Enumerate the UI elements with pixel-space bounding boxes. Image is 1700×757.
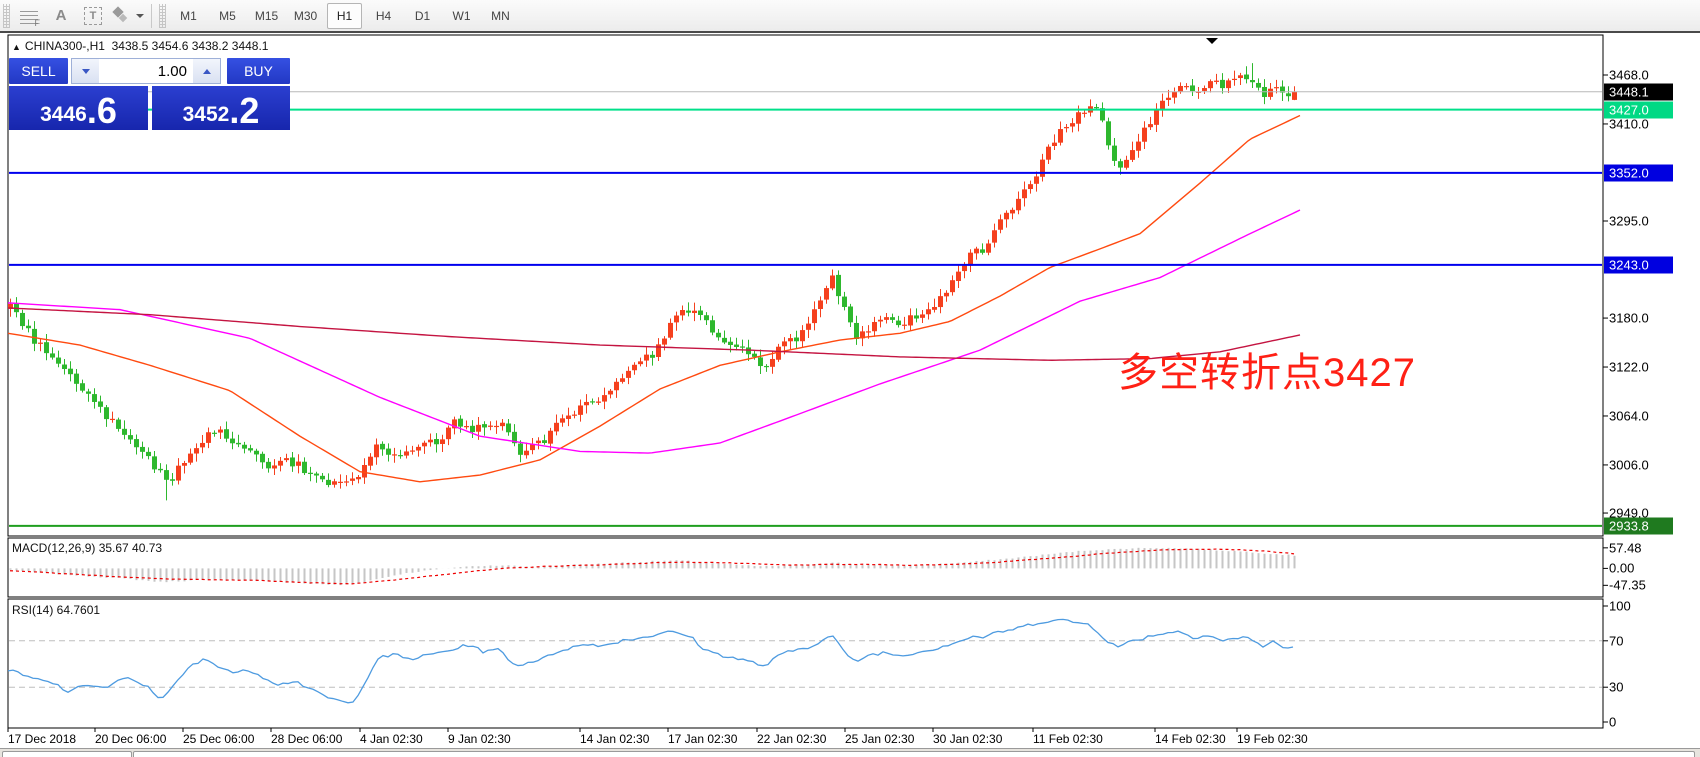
buy-price-pips: .2 bbox=[229, 94, 259, 128]
time-axis-label: 9 Jan 02:30 bbox=[448, 732, 511, 746]
time-axis-label: 25 Dec 06:00 bbox=[183, 732, 254, 746]
toolbar-separator bbox=[151, 4, 152, 28]
one-click-trading-panel: SELL BUY 3446.6 3452.2 bbox=[9, 58, 290, 128]
volume-decrease-button[interactable] bbox=[72, 59, 99, 83]
fibonacci-lines-glyph: F bbox=[20, 8, 38, 24]
time-axis-label: 17 Dec 2018 bbox=[8, 732, 76, 746]
time-axis-label: 28 Dec 06:00 bbox=[271, 732, 342, 746]
chart-tabs-bar bbox=[0, 748, 1700, 757]
timeframe-button-m30[interactable]: M30 bbox=[288, 3, 323, 29]
axis-label: 30 bbox=[1609, 680, 1623, 695]
toolbar-gripper[interactable] bbox=[3, 4, 10, 28]
axis-label: -47.35 bbox=[1609, 578, 1646, 593]
time-axis-label: 14 Feb 02:30 bbox=[1155, 732, 1226, 746]
price-badge: 3448.1 bbox=[1604, 83, 1673, 100]
buy-price-panel[interactable]: 3452.2 bbox=[152, 86, 290, 130]
price-badge: 3427.0 bbox=[1604, 101, 1673, 118]
rsi-label: RSI(14) 64.7601 bbox=[12, 603, 100, 617]
axis-label: 3180.0 bbox=[1609, 311, 1649, 326]
sell-button[interactable]: SELL bbox=[9, 58, 68, 84]
mt4-window: F A T M1M5M15M30H1H4D1W1MN ▲ CHINA300-,H1… bbox=[0, 0, 1700, 757]
time-axis-label: 14 Jan 02:30 bbox=[580, 732, 649, 746]
timeframe-bar: M1M5M15M30H1H4D1W1MN bbox=[169, 3, 520, 29]
sell-price-main: 3446 bbox=[40, 102, 87, 128]
timeframe-button-m5[interactable]: M5 bbox=[210, 3, 245, 29]
ohlc-high: 3454.6 bbox=[152, 39, 189, 53]
ohlc-close: 3448.1 bbox=[232, 39, 269, 53]
chart-ohlc-header: ▲ CHINA300-,H1 3438.5 3454.6 3438.2 3448.… bbox=[12, 39, 268, 53]
timeframe-button-mn[interactable]: MN bbox=[483, 3, 518, 29]
volume-increase-button[interactable] bbox=[193, 59, 220, 83]
price-badge: 2933.8 bbox=[1604, 517, 1673, 534]
text-label-icon[interactable]: T bbox=[79, 3, 107, 29]
ohlc-low: 3438.2 bbox=[192, 39, 229, 53]
timeframe-button-d1[interactable]: D1 bbox=[405, 3, 440, 29]
text-tool-icon[interactable]: A bbox=[47, 3, 75, 29]
sell-price-pips: .6 bbox=[87, 94, 117, 128]
chart-tab-active[interactable] bbox=[2, 751, 132, 757]
shapes-icon[interactable] bbox=[111, 3, 145, 29]
timeframe-button-m1[interactable]: M1 bbox=[171, 3, 206, 29]
buy-price-main: 3452 bbox=[183, 102, 230, 128]
arrow-down-icon bbox=[82, 69, 90, 78]
sell-price-panel[interactable]: 3446.6 bbox=[9, 86, 148, 130]
timeframe-toolbar-gripper[interactable] bbox=[159, 4, 166, 28]
time-axis-label: 22 Jan 02:30 bbox=[757, 732, 826, 746]
axis-label: 57.48 bbox=[1609, 540, 1642, 555]
time-axis-label: 20 Dec 06:00 bbox=[95, 732, 166, 746]
volume-spinner bbox=[71, 58, 221, 84]
price-badge: 3352.0 bbox=[1604, 164, 1673, 181]
axis-label: 3122.0 bbox=[1609, 360, 1649, 375]
price-badge: 3243.0 bbox=[1604, 256, 1673, 273]
axis-label: 0 bbox=[1609, 715, 1616, 730]
buy-button[interactable]: BUY bbox=[227, 58, 290, 84]
axis-label: 0.00 bbox=[1609, 561, 1634, 576]
axis-label: 3468.0 bbox=[1609, 68, 1649, 83]
time-axis-label: 19 Feb 02:30 bbox=[1237, 732, 1308, 746]
chart-text-annotation[interactable]: 多空转折点3427 bbox=[1118, 340, 1416, 398]
boxed-t-glyph: T bbox=[84, 7, 102, 25]
axis-label: 100 bbox=[1609, 599, 1631, 614]
macd-panel-separator[interactable] bbox=[8, 535, 1603, 539]
diamonds-glyph bbox=[112, 8, 132, 24]
collapse-arrow-icon[interactable]: ▲ bbox=[12, 42, 21, 52]
ohlc-open: 3438.5 bbox=[112, 39, 149, 53]
time-axis-label: 17 Jan 02:30 bbox=[668, 732, 737, 746]
timeframe-button-h4[interactable]: H4 bbox=[366, 3, 401, 29]
arrow-up-icon bbox=[203, 65, 211, 74]
axis-label: 3295.0 bbox=[1609, 214, 1649, 229]
time-axis-label: 4 Jan 02:30 bbox=[360, 732, 423, 746]
axis-label: 3006.0 bbox=[1609, 457, 1649, 472]
timeframe-button-w1[interactable]: W1 bbox=[444, 3, 479, 29]
time-axis-label: 25 Jan 02:30 bbox=[845, 732, 914, 746]
fibonacci-icon[interactable]: F bbox=[15, 3, 43, 29]
axis-label: 3064.0 bbox=[1609, 408, 1649, 423]
toolbar: F A T M1M5M15M30H1H4D1W1MN bbox=[0, 0, 1700, 33]
macd-label: MACD(12,26,9) 35.67 40.73 bbox=[12, 541, 162, 555]
chart-tab-area[interactable] bbox=[133, 751, 1695, 757]
rsi-panel-separator[interactable] bbox=[8, 597, 1603, 601]
time-axis-label: 30 Jan 02:30 bbox=[933, 732, 1002, 746]
time-axis-label: 11 Feb 02:30 bbox=[1033, 732, 1103, 746]
axis-label: 3410.0 bbox=[1609, 116, 1649, 131]
chevron-down-icon[interactable] bbox=[136, 14, 144, 22]
volume-input[interactable] bbox=[99, 59, 193, 83]
symbol-period: CHINA300-,H1 bbox=[25, 39, 105, 53]
letter-a-glyph: A bbox=[56, 7, 67, 24]
timeframe-button-m15[interactable]: M15 bbox=[249, 3, 284, 29]
timeframe-button-h1[interactable]: H1 bbox=[327, 3, 362, 29]
axis-label: 70 bbox=[1609, 633, 1623, 648]
